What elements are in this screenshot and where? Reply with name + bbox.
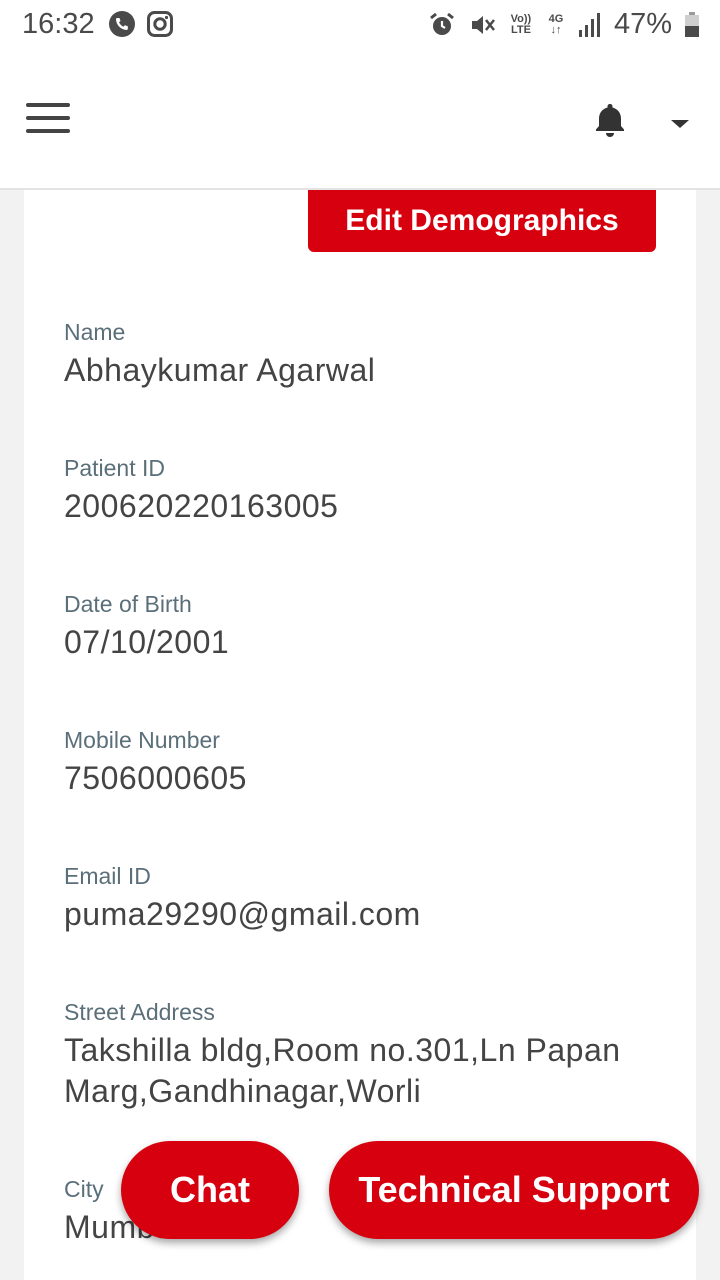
app-header (0, 50, 720, 190)
field-label: Date of Birth (64, 591, 192, 617)
field-street-address: Street Address Takshilla bldg,Room no.30… (64, 998, 634, 1112)
caret-down-icon[interactable] (671, 120, 689, 128)
signal-icon (578, 12, 600, 37)
hamburger-icon[interactable] (26, 103, 70, 133)
phone-icon (109, 11, 135, 37)
battery-percent: 47% (613, 8, 672, 40)
chat-button[interactable]: Chat (121, 1141, 299, 1239)
field-patient-id: Patient ID 200620220163005 (64, 454, 664, 527)
field-email-id: Email ID puma29290@gmail.com (64, 862, 664, 935)
alarm-icon (430, 12, 454, 35)
battery-icon (685, 11, 699, 37)
field-value: 200620220163005 (64, 488, 339, 524)
network-type-icon: 4G ↓↑ (548, 12, 564, 36)
field-label: Email ID (64, 863, 151, 889)
field-mobile-number: Mobile Number 7506000605 (64, 726, 664, 799)
field-date-of-birth: Date of Birth 07/10/2001 (64, 590, 664, 663)
mute-icon (471, 15, 495, 34)
status-time: 16:32 (22, 8, 95, 40)
field-label: Mobile Number (64, 727, 220, 753)
status-bar: 16:32 Vo)) LTE 4G ↓↑ 47% (0, 0, 720, 50)
technical-support-button[interactable]: Technical Support (329, 1141, 699, 1239)
field-value: Takshilla bldg,Room no.301,Ln Papan Marg… (64, 1032, 621, 1109)
bell-icon[interactable] (590, 100, 630, 140)
status-left-icons (108, 10, 174, 38)
instagram-icon (147, 11, 173, 37)
field-value: puma29290@gmail.com (64, 896, 421, 932)
field-label: Patient ID (64, 455, 165, 481)
volte-icon: Vo)) LTE (510, 12, 532, 36)
field-label: Name (64, 319, 126, 345)
status-right-icons: Vo)) LTE 4G ↓↑ 47% (428, 8, 700, 41)
demographics-card: Edit Demographics Name Abhaykumar Agarwa… (24, 190, 696, 1280)
edit-demographics-button[interactable]: Edit Demographics (308, 190, 656, 252)
field-value: 7506000605 (64, 760, 247, 796)
field-value: 07/10/2001 (64, 624, 230, 660)
field-name: Name Abhaykumar Agarwal (64, 318, 664, 391)
field-label: Street Address (64, 999, 215, 1025)
field-value: Abhaykumar Agarwal (64, 352, 376, 388)
